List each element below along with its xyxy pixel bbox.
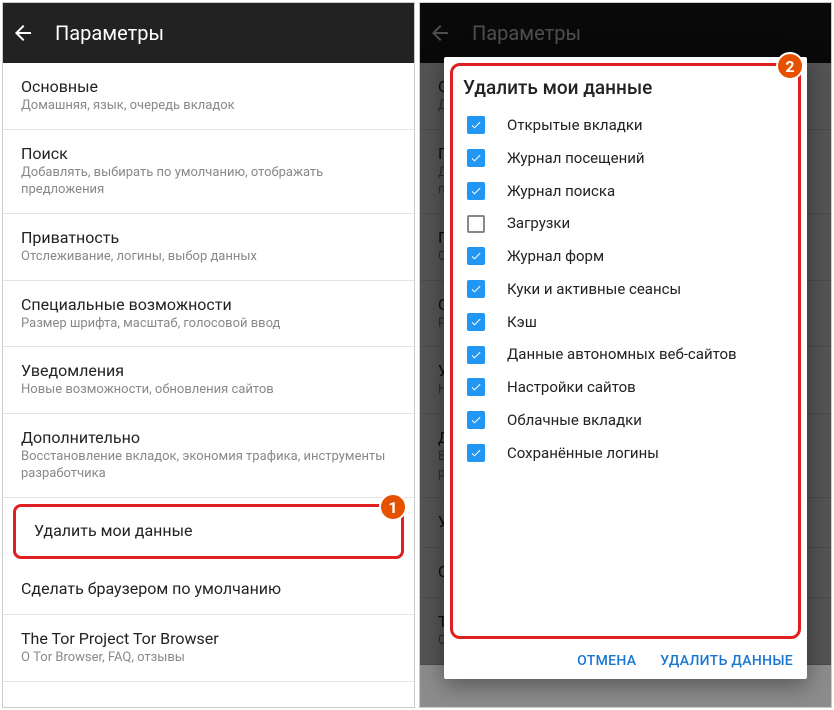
settings-item-search[interactable]: Поиск Добавлять, выбирать по умолчанию, … [3, 130, 414, 214]
dialog-actions: ОТМЕНА УДАЛИТЬ ДАННЫЕ [444, 645, 807, 679]
phone-right: Параметры Основные Домашняя, язык, очере… [419, 2, 832, 708]
item-title: Удалить мои данные [34, 521, 383, 540]
checkbox-row[interactable]: Журнал поиска [463, 175, 788, 208]
highlight-clear-data: 1 Удалить мои данные [13, 504, 404, 559]
checkbox-label: Сохранённые логины [507, 444, 659, 463]
checkbox-label: Журнал форм [507, 247, 604, 266]
header-title: Параметры [55, 21, 164, 45]
item-subtitle: Восстановление вкладок, экономия трафика… [21, 449, 396, 483]
settings-item-accessibility[interactable]: Специальные возможности Размер шрифта, м… [3, 281, 414, 348]
checkbox-icon[interactable] [467, 149, 485, 167]
checkbox-label: Кэш [507, 313, 537, 332]
app-header: Параметры [3, 3, 414, 63]
checkbox-row[interactable]: Загрузки [463, 207, 788, 240]
item-title: The Tor Project Tor Browser [21, 629, 396, 648]
checkbox-label: Облачные вкладки [507, 411, 642, 430]
checkbox-row[interactable]: Настройки сайтов [463, 371, 788, 404]
checkbox-icon[interactable] [467, 313, 485, 331]
back-icon[interactable] [11, 21, 35, 45]
settings-item-default-browser[interactable]: Сделать браузером по умолчанию [3, 565, 414, 615]
item-title: Уведомления [21, 361, 396, 380]
dialog-title: Удалить мои данные [463, 76, 788, 99]
checkbox-icon[interactable] [467, 182, 485, 200]
dialog-highlight: 2 Удалить мои данные Открытые вкладкиЖур… [450, 63, 801, 639]
clear-data-dialog: 2 Удалить мои данные Открытые вкладкиЖур… [444, 57, 807, 679]
checkbox-label: Настройки сайтов [507, 378, 636, 397]
step-badge-1: 1 [379, 493, 407, 521]
item-subtitle: Добавлять, выбирать по умолчанию, отобра… [21, 165, 396, 199]
item-subtitle: О Tor Browser, FAQ, отзывы [21, 650, 396, 667]
checkbox-row[interactable]: Сохранённые логины [463, 437, 788, 470]
checkbox-label: Журнал поиска [507, 182, 615, 201]
checkbox-row[interactable]: Кэш [463, 306, 788, 339]
item-title: Сделать браузером по умолчанию [21, 579, 396, 598]
cancel-button[interactable]: ОТМЕНА [577, 653, 636, 669]
phone-left: Параметры Основные Домашняя, язык, очере… [2, 2, 415, 708]
item-title: Специальные возможности [21, 295, 396, 314]
settings-list: Основные Домашняя, язык, очередь вкладок… [3, 63, 414, 682]
checkbox-label: Журнал посещений [507, 149, 645, 168]
checkbox-row[interactable]: Облачные вкладки [463, 404, 788, 437]
confirm-button[interactable]: УДАЛИТЬ ДАННЫЕ [660, 653, 793, 669]
checkbox-list: Открытые вкладки Журнал посещений Журнал п… [463, 109, 788, 469]
checkbox-icon[interactable] [467, 280, 485, 298]
step-badge-2: 2 [776, 52, 804, 80]
item-subtitle: Отслеживание, логины, выбор данных [21, 249, 396, 266]
checkbox-label: Загрузки [507, 214, 570, 233]
item-title: Основные [21, 77, 396, 96]
checkbox-icon[interactable] [467, 411, 485, 429]
checkbox-row[interactable]: Данные автономных веб-сайтов [463, 338, 788, 371]
checkbox-row[interactable]: Куки и активные сеансы [463, 273, 788, 306]
item-title: Дополнительно [21, 428, 396, 447]
item-subtitle: Домашняя, язык, очередь вкладок [21, 98, 396, 115]
settings-item-about[interactable]: The Tor Project Tor Browser О Tor Browse… [3, 615, 414, 682]
checkbox-icon[interactable] [467, 378, 485, 396]
checkbox-label: Данные автономных веб-сайтов [507, 345, 737, 364]
checkbox-row[interactable]: Журнал форм [463, 240, 788, 273]
checkbox-icon[interactable] [467, 215, 485, 233]
checkbox-icon[interactable] [467, 247, 485, 265]
checkbox-row[interactable]: Открытые вкладки [463, 109, 788, 142]
settings-item-notifications[interactable]: Уведомления Новые возможности, обновлени… [3, 347, 414, 414]
checkbox-icon[interactable] [467, 116, 485, 134]
settings-item-main[interactable]: Основные Домашняя, язык, очередь вкладок [3, 63, 414, 130]
checkbox-icon[interactable] [467, 444, 485, 462]
item-subtitle: Размер шрифта, масштаб, голосовой ввод [21, 316, 396, 333]
checkbox-icon[interactable] [467, 346, 485, 364]
item-title: Приватность [21, 228, 396, 247]
checkbox-row[interactable]: Журнал посещений [463, 142, 788, 175]
settings-item-advanced[interactable]: Дополнительно Восстановление вкладок, эк… [3, 414, 414, 498]
checkbox-label: Открытые вкладки [507, 116, 643, 135]
settings-item-privacy[interactable]: Приватность Отслеживание, логины, выбор … [3, 214, 414, 281]
settings-item-clear-data[interactable]: Удалить мои данные [16, 507, 401, 556]
checkbox-label: Куки и активные сеансы [507, 280, 681, 299]
item-subtitle: Новые возможности, обновления сайтов [21, 382, 396, 399]
item-title: Поиск [21, 144, 396, 163]
